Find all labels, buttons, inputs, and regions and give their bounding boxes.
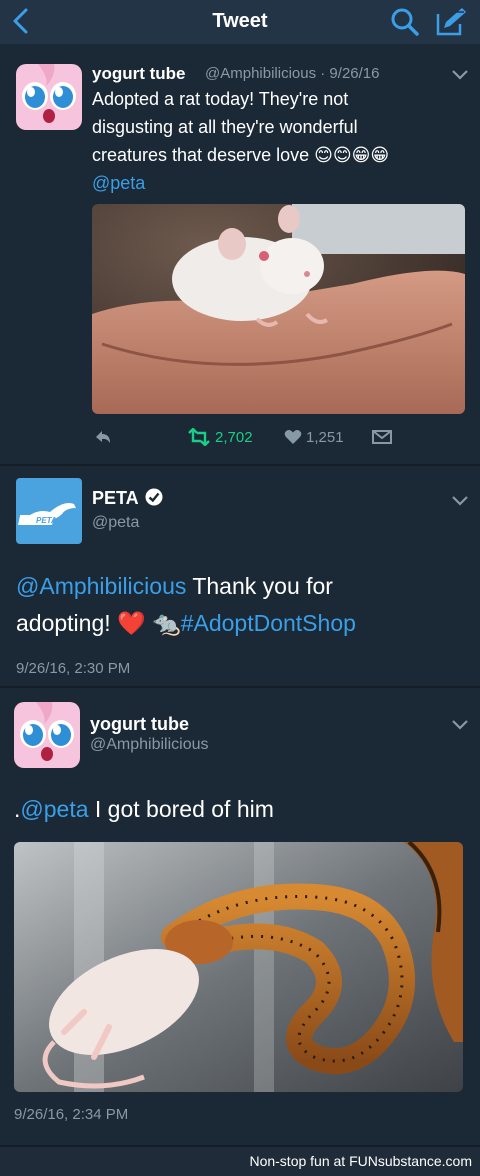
- tweet-card-reply-yogurt[interactable]: yogurt tube @Amphibilicious .@peta I got…: [0, 688, 480, 1145]
- retweet-count-value: 2,702: [215, 428, 253, 446]
- mention-link[interactable]: @peta: [20, 796, 88, 822]
- mention-link[interactable]: @peta: [92, 169, 462, 197]
- author-name[interactable]: PETA: [92, 488, 163, 509]
- tweet-actions: 2,702 1,251: [92, 426, 412, 450]
- tweet-text-line: creatures that deserve love 😊😊😁😁: [92, 145, 390, 165]
- like-count-value: 1,251: [306, 428, 344, 446]
- avatar[interactable]: PETA: [16, 478, 82, 544]
- snake-eating-rat-image: [14, 842, 463, 1092]
- tweet-text-fragment: I got bored of him: [88, 796, 274, 822]
- search-icon[interactable]: [390, 7, 420, 37]
- jigglypuff-avatar-icon: [14, 702, 80, 768]
- top-bar: Tweet: [0, 0, 480, 44]
- tweet-text: Adopted a rat today! They're not disgust…: [92, 85, 462, 197]
- peta-logo-text: PETA: [36, 516, 57, 525]
- avatar[interactable]: [16, 64, 82, 130]
- like-count[interactable]: 1,251: [284, 426, 344, 448]
- author-handle[interactable]: @peta: [92, 514, 139, 532]
- reply-icon[interactable]: [92, 426, 114, 448]
- peta-logo-icon: PETA: [18, 503, 76, 525]
- chevron-down-icon[interactable]: [450, 494, 470, 508]
- rat-in-hand-image: [92, 204, 465, 414]
- rat-photo[interactable]: [92, 204, 465, 414]
- tweet-text-line: @Amphibilicious Thank you for: [16, 568, 466, 605]
- chevron-down-icon[interactable]: [450, 718, 470, 732]
- timestamp[interactable]: 9/26/16, 2:30 PM: [16, 660, 130, 677]
- author-name[interactable]: yogurt tube: [90, 714, 189, 735]
- chevron-down-icon[interactable]: [450, 68, 470, 82]
- watermark-text: Non-stop fun at FUNsubstance.com: [249, 1153, 472, 1169]
- avatar[interactable]: [14, 702, 80, 768]
- author-name-text: PETA: [92, 488, 139, 508]
- direct-message-icon[interactable]: [372, 426, 392, 448]
- author-handle[interactable]: @Amphibilicious: [90, 736, 209, 754]
- tweet-text-line: disgusting at all they're wonderful: [92, 117, 358, 137]
- author-handle-date[interactable]: @Amphibilicious · 9/26/16: [205, 65, 379, 82]
- hashtag-link[interactable]: #AdoptDontShop: [181, 610, 356, 636]
- watermark-footer: Non-stop fun at FUNsubstance.com: [0, 1147, 480, 1176]
- tweet-card-original[interactable]: yogurt tube @Amphibilicious · 9/26/16 Ad…: [0, 44, 480, 464]
- tweet-text: .@peta I got bored of him: [14, 793, 274, 825]
- author-name[interactable]: yogurt tube: [92, 64, 186, 84]
- tweet-text-fragment: Thank you for: [186, 573, 333, 599]
- mention-link[interactable]: @Amphibilicious: [16, 573, 186, 599]
- jigglypuff-avatar-icon: [16, 64, 82, 130]
- tweet-text-fragment: adopting! ❤️ 🐀: [16, 610, 181, 636]
- tweet-text: @Amphibilicious Thank you for adopting! …: [16, 568, 466, 642]
- timestamp[interactable]: 9/26/16, 2:34 PM: [14, 1106, 128, 1123]
- compose-icon[interactable]: [434, 6, 468, 38]
- heart-icon: [284, 430, 302, 444]
- retweet-icon: [188, 428, 210, 446]
- retweet-count[interactable]: 2,702: [187, 426, 253, 448]
- snake-photo[interactable]: [14, 842, 463, 1092]
- tweet-card-reply-peta[interactable]: PETA PETA @peta @Amphibilicious Thank yo…: [0, 466, 480, 686]
- verified-badge-icon: [145, 488, 163, 506]
- tweet-text-line: adopting! ❤️ 🐀#AdoptDontShop: [16, 605, 466, 642]
- tweet-text-line: Adopted a rat today! They're not: [92, 89, 349, 109]
